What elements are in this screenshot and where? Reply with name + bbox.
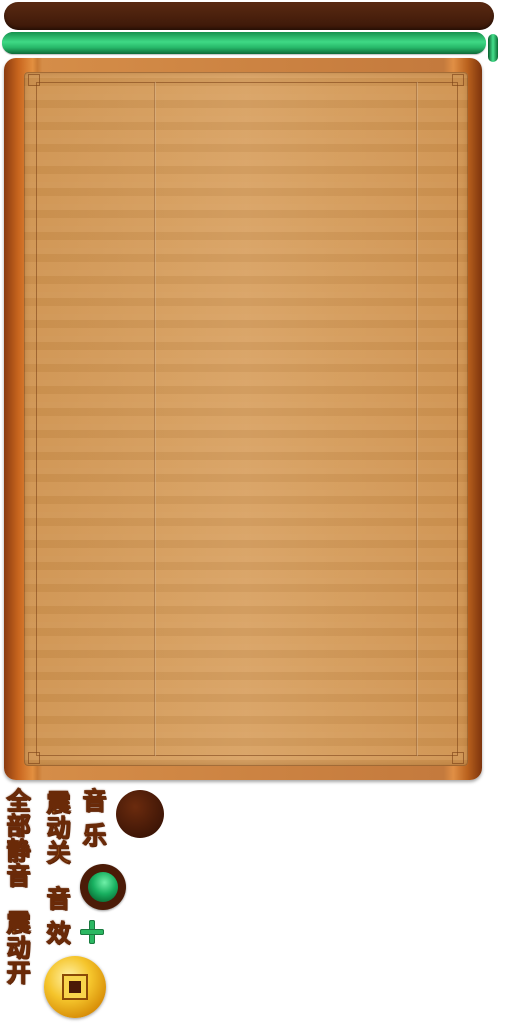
coin-icon — [44, 956, 106, 1018]
toggle-knob-green[interactable] — [80, 864, 126, 910]
board-corner-ornament — [28, 74, 40, 86]
volume-progress-bar[interactable] — [2, 32, 486, 54]
toggle-knob-dark[interactable] — [116, 790, 164, 838]
board-surface — [24, 72, 468, 766]
plus-icon[interactable] — [80, 920, 104, 944]
top-bar — [4, 2, 494, 30]
board-corner-ornament — [452, 74, 464, 86]
volume-progress-fill — [2, 32, 486, 54]
vibrate-off-label: 震动关 — [42, 790, 71, 866]
sound-effects-label: 音 效 — [42, 885, 71, 946]
board-frame-line — [36, 82, 458, 756]
board-divider-left — [154, 82, 156, 756]
board-corner-ornament — [452, 752, 464, 764]
board-divider-right — [416, 82, 418, 756]
vibrate-on-label: 震动开 — [2, 910, 31, 986]
toggle-knob-green-center — [88, 872, 118, 902]
board-corner-ornament — [28, 752, 40, 764]
wooden-board-panel — [4, 58, 482, 780]
progress-end-cap[interactable] — [488, 34, 498, 62]
music-label: 音 乐 — [78, 787, 107, 848]
coin-square-hole — [62, 974, 88, 1000]
mute-all-label: 全部静音 — [2, 788, 31, 889]
